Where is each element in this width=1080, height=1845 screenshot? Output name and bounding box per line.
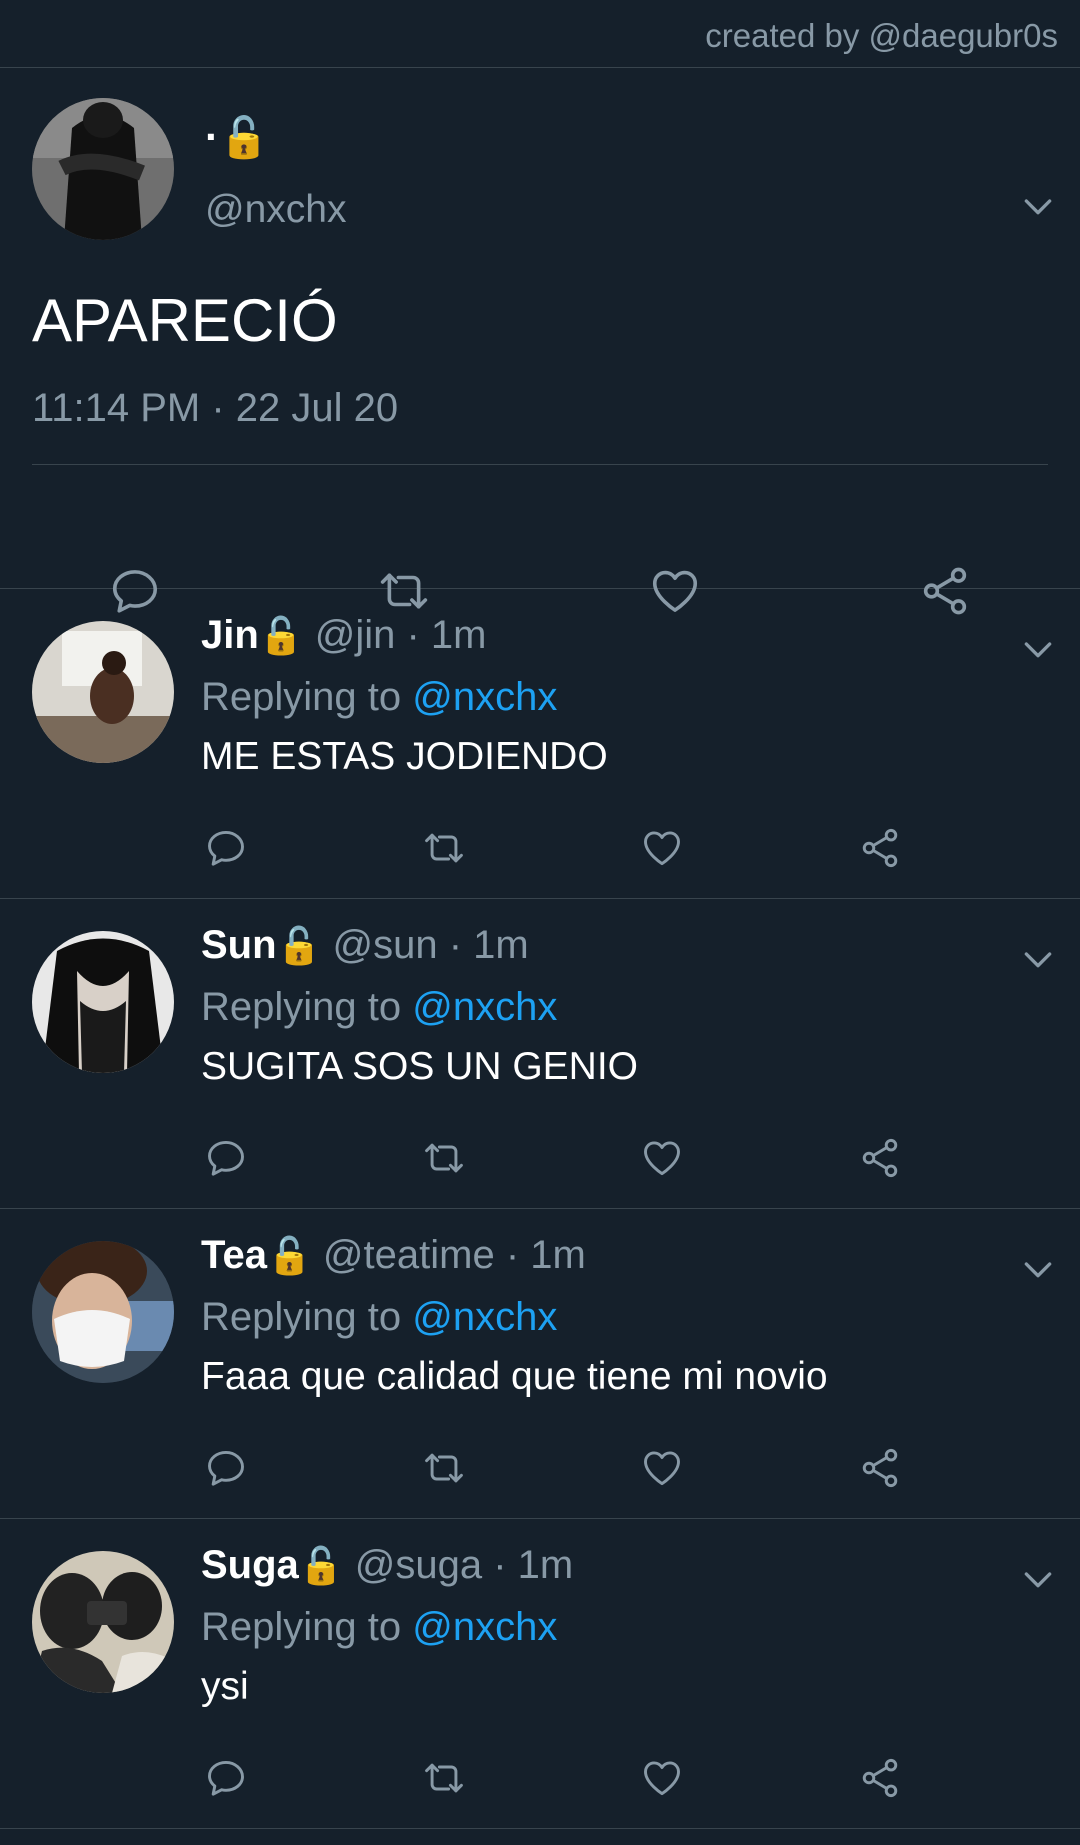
- lock-icon: 🔓: [276, 925, 322, 966]
- avatar[interactable]: [32, 931, 174, 1073]
- reply-tweet[interactable]: Sun🔓 @sun · 1m Replying to @nxchx SUGITA…: [0, 899, 1080, 1209]
- reply-text: ME ESTAS JODIENDO: [201, 735, 608, 778]
- share-icon[interactable]: [858, 1136, 902, 1180]
- retweet-icon[interactable]: [422, 1756, 466, 1800]
- heart-icon[interactable]: [640, 1756, 684, 1800]
- display-name: ·🔓: [205, 113, 269, 161]
- separator: ·: [437, 923, 474, 967]
- mention-link[interactable]: @nxchx: [412, 985, 557, 1029]
- reply-tweet[interactable]: Tea🔓 @teatime · 1m Replying to @nxchx Fa…: [0, 1209, 1080, 1519]
- reply-time: 1m: [430, 613, 487, 657]
- separator: ·: [395, 613, 431, 657]
- display-name: Suga: [201, 1543, 299, 1587]
- display-name-text: ·: [205, 113, 219, 160]
- reply-time: 1m: [473, 923, 529, 967]
- lock-icon: 🔓: [266, 1235, 312, 1276]
- avatar[interactable]: [32, 98, 174, 240]
- retweet-icon[interactable]: [422, 1136, 466, 1180]
- reply-text: Faaa que calidad que tiene mi novio: [201, 1355, 828, 1398]
- divider: [32, 464, 1048, 465]
- avatar[interactable]: [32, 621, 174, 763]
- replying-to-label: Replying to: [201, 1295, 413, 1339]
- avatar[interactable]: [32, 1551, 174, 1693]
- reply-text: ysi: [201, 1665, 249, 1708]
- separator: ·: [494, 1233, 531, 1277]
- chevron-down-icon[interactable]: [1018, 1249, 1058, 1289]
- reply-text: SUGITA SOS UN GENIO: [201, 1045, 639, 1088]
- replying-to: Replying to @nxchx: [201, 675, 557, 720]
- display-name: Tea: [201, 1233, 267, 1277]
- user-handle[interactable]: @suga: [355, 1543, 482, 1587]
- tweet-text: APARECIÓ: [32, 287, 338, 354]
- retweet-icon[interactable]: [422, 826, 466, 870]
- avatar[interactable]: [32, 1241, 174, 1383]
- main-tweet: ·🔓 @nxchx APARECIÓ 11:14 PM · 22 Jul 20: [0, 68, 1080, 589]
- display-name: Sun: [201, 923, 277, 967]
- chevron-down-icon[interactable]: [1018, 186, 1058, 226]
- lock-icon: 🔓: [258, 615, 304, 656]
- reply-time: 1m: [517, 1543, 574, 1587]
- reply-icon[interactable]: [204, 826, 248, 870]
- lock-icon: 🔓: [298, 1545, 344, 1586]
- chevron-down-icon[interactable]: [1018, 629, 1058, 669]
- retweet-icon[interactable]: [422, 1446, 466, 1490]
- reply-icon[interactable]: [204, 1136, 248, 1180]
- lock-icon: 🔓: [219, 116, 269, 160]
- separator: ·: [482, 1543, 518, 1587]
- reply-header: Suga🔓 @suga · 1m: [201, 1543, 573, 1588]
- chevron-down-icon[interactable]: [1018, 939, 1058, 979]
- reply-icon[interactable]: [204, 1446, 248, 1490]
- reply-tweet[interactable]: Suga🔓 @suga · 1m Replying to @nxchx ysi: [0, 1519, 1080, 1829]
- replying-to: Replying to @nxchx: [201, 1605, 557, 1650]
- user-handle[interactable]: @teatime: [323, 1233, 495, 1277]
- share-icon[interactable]: [858, 1446, 902, 1490]
- reply-time: 1m: [530, 1233, 586, 1277]
- reply-header: Tea🔓 @teatime · 1m: [201, 1233, 586, 1278]
- created-by-credit: created by @daegubr0s: [0, 0, 1080, 68]
- reply-header: Jin🔓 @jin · 1m: [201, 613, 487, 658]
- replying-to-label: Replying to: [201, 985, 413, 1029]
- heart-icon[interactable]: [640, 826, 684, 870]
- tweet-timestamp: 11:14 PM · 22 Jul 20: [32, 386, 399, 430]
- mention-link[interactable]: @nxchx: [412, 675, 557, 719]
- replying-to: Replying to @nxchx: [201, 1295, 557, 1340]
- reply-icon[interactable]: [204, 1756, 248, 1800]
- display-name: Jin: [201, 613, 259, 657]
- replying-to-label: Replying to: [201, 1605, 413, 1649]
- user-handle[interactable]: @sun: [333, 923, 438, 967]
- mention-link[interactable]: @nxchx: [412, 1605, 557, 1649]
- mention-link[interactable]: @nxchx: [412, 1295, 557, 1339]
- heart-icon[interactable]: [640, 1136, 684, 1180]
- user-handle[interactable]: @jin: [315, 613, 396, 657]
- replying-to: Replying to @nxchx: [201, 985, 557, 1030]
- share-icon[interactable]: [858, 1756, 902, 1800]
- reply-tweet[interactable]: Jin🔓 @jin · 1m Replying to @nxchx ME EST…: [0, 589, 1080, 899]
- share-icon[interactable]: [858, 826, 902, 870]
- user-handle[interactable]: @nxchx: [205, 188, 346, 232]
- replying-to-label: Replying to: [201, 675, 413, 719]
- reply-header: Sun🔓 @sun · 1m: [201, 923, 529, 968]
- heart-icon[interactable]: [640, 1446, 684, 1490]
- chevron-down-icon[interactable]: [1018, 1559, 1058, 1599]
